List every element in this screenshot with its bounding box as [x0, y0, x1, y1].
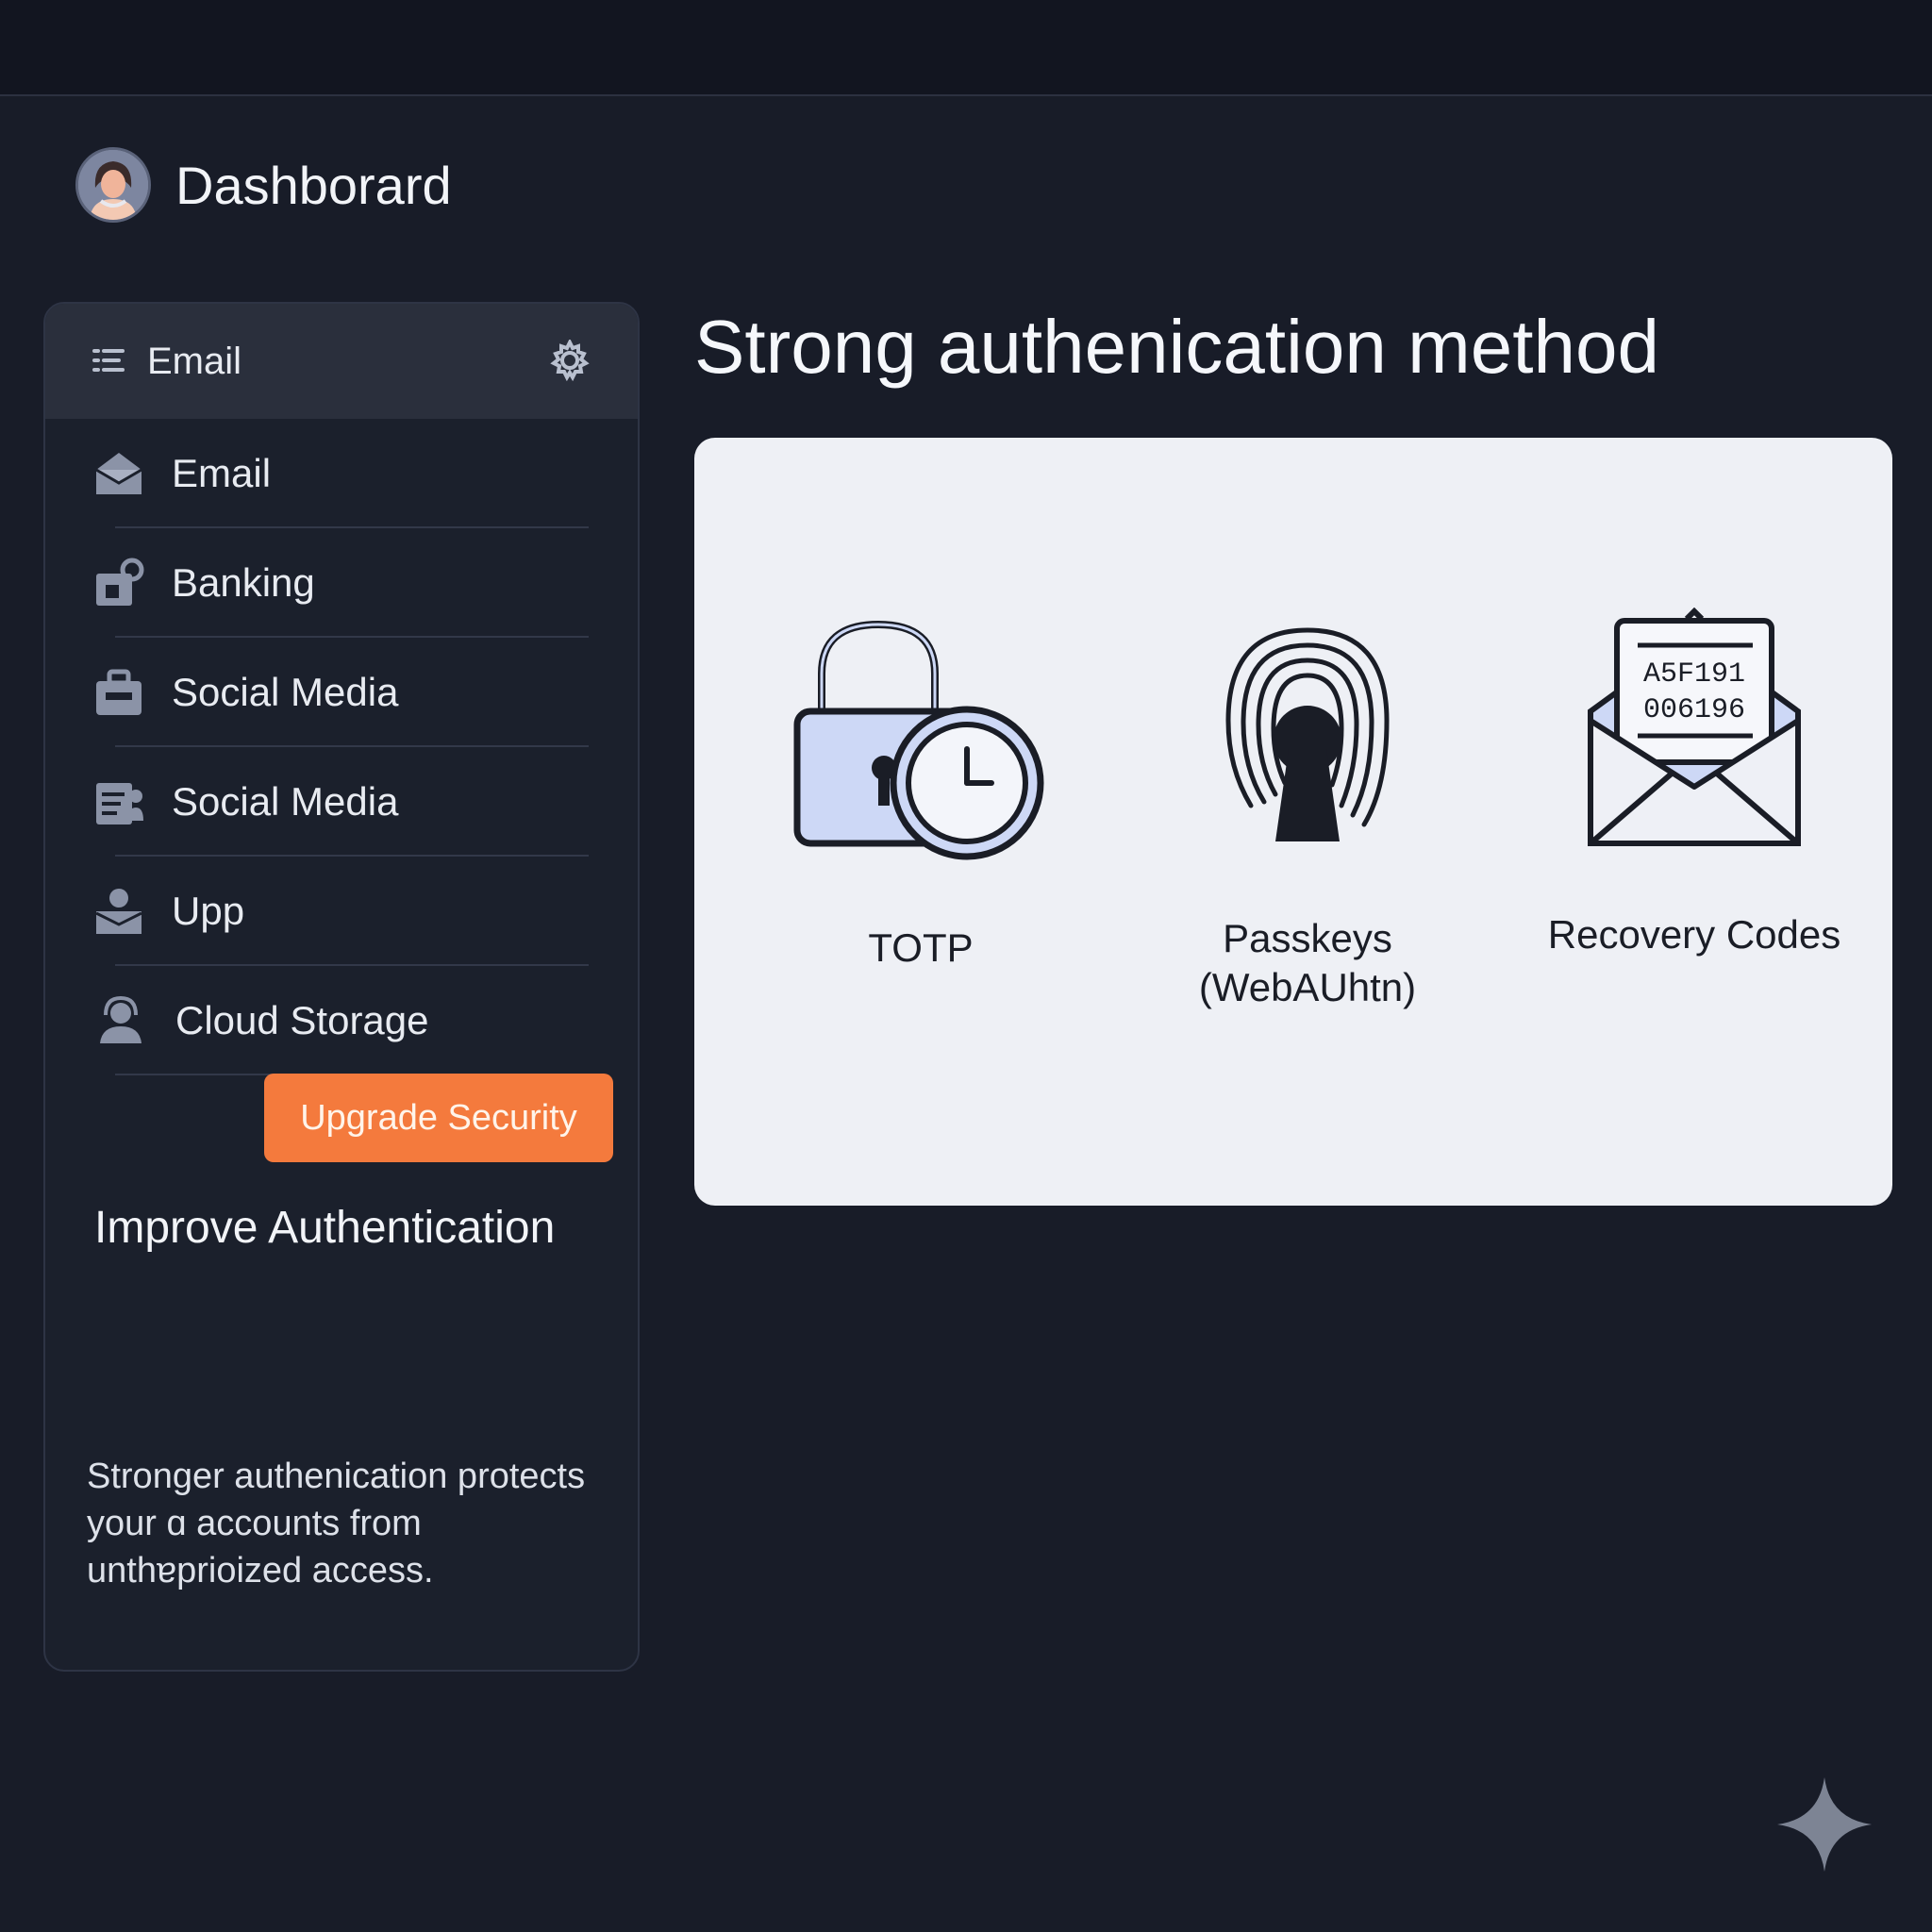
user-headset-icon — [100, 995, 142, 1043]
method-label: Recovery Codes — [1547, 912, 1841, 957]
bank-lock-icon — [96, 558, 144, 606]
lock-clock-icon — [793, 620, 1044, 860]
avatar[interactable] — [75, 147, 151, 223]
code-line-2: 006196 — [1643, 694, 1745, 726]
sidebar-panel: Email Email Banking Social Media Social … — [43, 302, 640, 1672]
sparkle-icon[interactable] — [1777, 1777, 1872, 1872]
sidebar-item-label: Social Media — [172, 779, 399, 824]
sidebar-item-social-media[interactable]: Social Media — [45, 638, 638, 747]
sidebar-item-label: Social Media — [172, 670, 399, 714]
sidebar-item-label: Upp — [172, 889, 245, 933]
envelope-open-icon — [95, 453, 142, 494]
gear-icon[interactable] — [549, 340, 591, 381]
method-label: TOTP — [868, 925, 974, 970]
methods-card: TOTP Passkeys (WebAUhtn) A5F191 006196 R… — [694, 438, 1892, 1206]
method-totp[interactable]: TOTP — [779, 617, 1062, 973]
sidebar-item-label: Email — [172, 451, 272, 495]
id-card-icon — [96, 783, 143, 824]
sidebar-item-label: Banking — [172, 560, 315, 605]
list-icon — [92, 349, 125, 372]
briefcase-icon — [96, 669, 142, 715]
sidebar-item-social-media-2[interactable]: Social Media — [45, 747, 638, 857]
user-inbox-icon — [95, 889, 142, 934]
method-label-sub: (WebAUhtn) — [1198, 965, 1417, 1009]
top-bar — [0, 0, 1932, 96]
sidebar-item-banking[interactable]: Banking — [45, 528, 638, 638]
page-title: Dashborard — [175, 155, 452, 215]
method-passkeys[interactable]: Passkeys (WebAUhtn) — [1166, 617, 1449, 1012]
envelope-codes-icon: A5F191 006196 — [1588, 607, 1801, 846]
upgrade-security-button[interactable]: Upgrade Security — [264, 1074, 613, 1162]
method-recovery-codes[interactable]: A5F191 006196 Recovery Codes — [1524, 607, 1864, 959]
sidebar-header-label: Email — [147, 340, 242, 382]
code-line-1: A5F191 — [1643, 658, 1745, 691]
fingerprint-keyhole-icon — [1225, 627, 1390, 841]
main-heading: Strong authenication method — [694, 305, 1659, 389]
sidebar-item-label: Cloud Storage — [175, 998, 429, 1042]
sidebar-item-upp[interactable]: Upp — [45, 857, 638, 966]
sidebar-item-email[interactable]: Email — [45, 419, 638, 528]
sidebar-item-cloud-storage[interactable]: Cloud Storage — [45, 966, 638, 1075]
description-text: Stronger authenication protects your ɑ a… — [87, 1457, 586, 1591]
user-avatar-icon — [78, 150, 148, 220]
sidebar-header[interactable]: Email — [45, 304, 638, 419]
method-label: Passkeys — [1223, 916, 1392, 960]
improve-authentication-heading: Improve Authentication — [94, 1203, 556, 1253]
app-header: Dashborard — [75, 147, 452, 223]
